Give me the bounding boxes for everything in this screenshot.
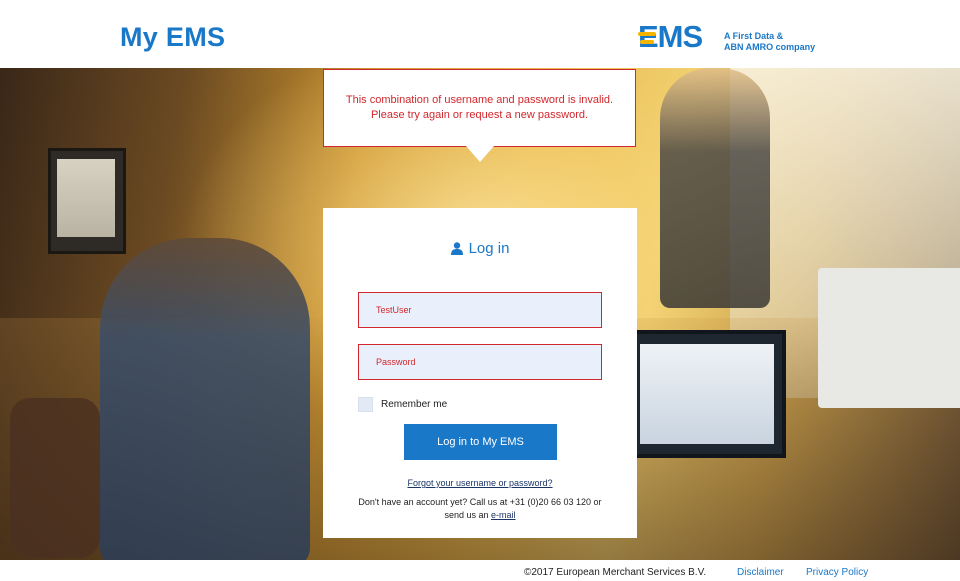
photo-person (660, 68, 770, 308)
login-heading-label: Log in (468, 240, 510, 257)
photo-chair (10, 398, 100, 558)
remember-me[interactable]: Remember me (358, 396, 448, 412)
app-title[interactable]: My EMS (120, 22, 225, 53)
brand-tagline-line2: ABN AMRO company (724, 42, 816, 52)
disclaimer-link[interactable]: Disclaimer (737, 567, 784, 578)
login-panel: Log in TestUser Password Remember me Log… (323, 208, 637, 538)
account-help-line1: Don't have an account yet? Call us at +3… (358, 497, 602, 507)
photo-person (100, 238, 310, 560)
user-icon (450, 242, 463, 255)
brand-tagline-line1: A First Data & (724, 31, 784, 41)
error-message: This combination of username and passwor… (323, 69, 636, 147)
brand-dash (638, 32, 656, 36)
error-text-line1: This combination of username and passwor… (345, 94, 614, 106)
photo-computer (818, 268, 960, 408)
error-text-line2: Please try again or request a new passwo… (370, 109, 589, 121)
account-help-text: Don't have an account yet? Call us at +3… (323, 496, 637, 522)
remember-me-label: Remember me (381, 398, 448, 410)
account-help-prefix: send us an (444, 510, 492, 520)
brand-tagline: A First Data & ABN AMRO company (724, 31, 815, 53)
account-help-line2: send us an e-mail (323, 509, 637, 522)
forgot-credentials-link[interactable]: Forgot your username or password? (323, 478, 637, 488)
privacy-policy-link[interactable]: Privacy Policy (806, 567, 868, 578)
error-pointer (466, 146, 494, 162)
password-field[interactable]: Password (358, 344, 602, 380)
username-field[interactable]: TestUser (358, 292, 602, 328)
remember-me-checkbox[interactable] (358, 396, 373, 412)
login-heading: Log in (323, 240, 637, 257)
photo-monitor (628, 330, 786, 458)
email-link[interactable]: e-mail (491, 510, 516, 520)
brand-logo-text: EMS (638, 19, 703, 54)
brand-dash (640, 40, 654, 44)
photo-monitor (48, 148, 126, 254)
page-footer: ©2017 European Merchant Services B.V. Di… (0, 560, 960, 581)
page-header: My EMS EMS A First Data & ABN AMRO compa… (0, 0, 960, 68)
copyright-text: ©2017 European Merchant Services B.V. (524, 567, 707, 578)
login-button[interactable]: Log in to My EMS (404, 424, 557, 460)
